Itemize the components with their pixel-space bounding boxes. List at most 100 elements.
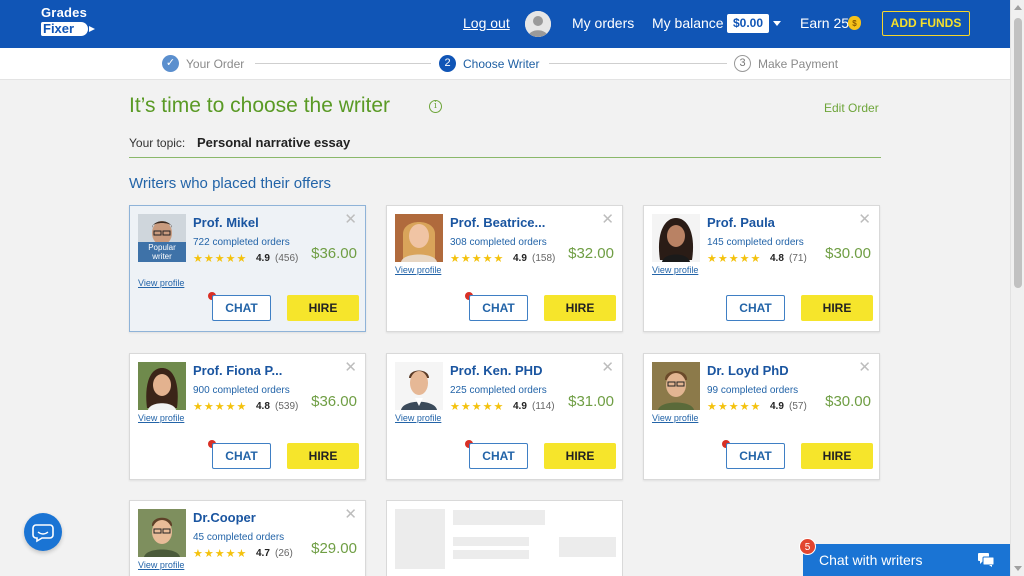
chat-with-writers-bar[interactable]: 5 Chat with writers bbox=[799, 538, 1010, 576]
view-profile-link[interactable]: View profile bbox=[652, 265, 698, 275]
writer-photo[interactable] bbox=[652, 214, 700, 262]
offer-price: $30.00 bbox=[825, 393, 871, 410]
view-profile-link[interactable]: View profile bbox=[138, 560, 184, 570]
chat-button[interactable]: CHAT bbox=[212, 295, 271, 321]
star-rating-icon: ★★★★★ bbox=[193, 253, 248, 265]
close-icon[interactable]: ✕ bbox=[601, 210, 614, 228]
divider bbox=[129, 157, 881, 158]
rating-value: 4.9 bbox=[770, 401, 784, 412]
writer-portrait-image bbox=[652, 214, 700, 262]
balance-value[interactable]: $0.00 bbox=[727, 14, 769, 33]
view-profile-link[interactable]: View profile bbox=[138, 278, 184, 288]
view-profile-link[interactable]: View profile bbox=[395, 413, 441, 423]
step-connector bbox=[549, 63, 727, 64]
logo-text-top: Grades bbox=[41, 5, 88, 20]
completed-orders: 225 completed orders bbox=[450, 385, 547, 396]
check-icon: ✓ bbox=[162, 55, 179, 72]
writer-portrait-image bbox=[395, 362, 443, 410]
step-label: Your Order bbox=[186, 56, 245, 71]
earn-link[interactable]: Earn 25 bbox=[800, 15, 849, 31]
offer-price: $36.00 bbox=[311, 245, 357, 262]
my-balance-label[interactable]: My balance bbox=[652, 15, 724, 31]
chat-button[interactable]: CHAT bbox=[212, 443, 271, 469]
writer-photo[interactable]: Popular writer bbox=[138, 214, 186, 262]
close-icon[interactable]: ✕ bbox=[858, 358, 871, 376]
popular-writer-badge: Popular writer bbox=[138, 242, 186, 262]
writer-name[interactable]: Prof. Fiona P... bbox=[193, 363, 282, 378]
order-progress-steps: ✓ Your Order 2 Choose Writer 3 Make Paym… bbox=[0, 48, 1010, 80]
offer-price: $36.00 bbox=[311, 393, 357, 410]
writer-name[interactable]: Prof. Paula bbox=[707, 215, 775, 230]
user-avatar[interactable] bbox=[525, 11, 551, 37]
writer-card: Dr. Loyd PhD 99 completed orders ★★★★★ 4… bbox=[643, 353, 880, 480]
writer-photo[interactable] bbox=[395, 214, 443, 262]
writer-name[interactable]: Prof. Beatrice... bbox=[450, 215, 545, 230]
info-icon[interactable]: i bbox=[429, 100, 442, 113]
writer-name[interactable]: Prof. Ken. PHD bbox=[450, 363, 542, 378]
top-header: Grades Fixer Log out My orders My balanc… bbox=[0, 0, 1010, 48]
writer-name[interactable]: Dr.Cooper bbox=[193, 510, 256, 525]
writer-portrait-image bbox=[652, 362, 700, 410]
close-icon[interactable]: ✕ bbox=[858, 210, 871, 228]
completed-orders: 308 completed orders bbox=[450, 237, 547, 248]
writer-portrait-image bbox=[138, 362, 186, 410]
logout-link[interactable]: Log out bbox=[463, 15, 510, 31]
scroll-thumb[interactable] bbox=[1014, 18, 1022, 288]
close-icon[interactable]: ✕ bbox=[344, 358, 357, 376]
offer-price: $31.00 bbox=[568, 393, 614, 410]
chat-button[interactable]: CHAT bbox=[726, 295, 785, 321]
chat-button[interactable]: CHAT bbox=[469, 443, 528, 469]
writer-photo[interactable] bbox=[138, 509, 186, 557]
step-your-order[interactable]: ✓ Your Order bbox=[162, 55, 244, 72]
view-profile-link[interactable]: View profile bbox=[395, 265, 441, 275]
page-title: It’s time to choose the writer bbox=[129, 94, 391, 117]
close-icon[interactable]: ✕ bbox=[344, 210, 357, 228]
support-chat-button[interactable] bbox=[24, 513, 62, 551]
rating-value: 4.9 bbox=[513, 253, 527, 264]
close-icon[interactable]: ✕ bbox=[344, 505, 357, 523]
hire-button[interactable]: HIRE bbox=[287, 443, 359, 469]
page-scrollbar[interactable] bbox=[1010, 0, 1024, 576]
view-profile-link[interactable]: View profile bbox=[652, 413, 698, 423]
hire-button[interactable]: HIRE bbox=[544, 295, 616, 321]
writer-photo[interactable] bbox=[652, 362, 700, 410]
writer-portrait-image bbox=[395, 214, 443, 262]
chat-button[interactable]: CHAT bbox=[469, 295, 528, 321]
completed-orders: 722 completed orders bbox=[193, 237, 290, 248]
writer-name[interactable]: Prof. Mikel bbox=[193, 215, 259, 230]
edit-order-link[interactable]: Edit Order bbox=[824, 101, 879, 115]
hire-button[interactable]: HIRE bbox=[287, 295, 359, 321]
scroll-up-arrow-icon[interactable] bbox=[1014, 5, 1022, 10]
my-orders-link[interactable]: My orders bbox=[572, 15, 634, 31]
scroll-down-arrow-icon[interactable] bbox=[1014, 566, 1022, 571]
star-rating-icon: ★★★★★ bbox=[193, 548, 248, 560]
review-count: (71) bbox=[789, 253, 807, 264]
chat-button[interactable]: CHAT bbox=[726, 443, 785, 469]
review-count: (539) bbox=[275, 401, 299, 412]
gradesfixer-logo[interactable]: Grades Fixer bbox=[41, 6, 111, 40]
star-rating-icon: ★★★★★ bbox=[707, 253, 762, 265]
step-label: Make Payment bbox=[758, 56, 839, 71]
review-count: (26) bbox=[275, 548, 293, 559]
close-icon[interactable]: ✕ bbox=[601, 358, 614, 376]
offer-price: $30.00 bbox=[825, 245, 871, 262]
hire-button[interactable]: HIRE bbox=[544, 443, 616, 469]
balance-chevron-down-icon[interactable] bbox=[773, 21, 781, 26]
skeleton-block bbox=[453, 510, 545, 525]
completed-orders: 99 completed orders bbox=[707, 385, 799, 396]
writer-photo[interactable] bbox=[395, 362, 443, 410]
writer-card: Prof. Ken. PHD 225 completed orders ★★★★… bbox=[386, 353, 623, 480]
rating-value: 4.9 bbox=[513, 401, 527, 412]
offer-price: $29.00 bbox=[311, 540, 357, 557]
skeleton-block bbox=[453, 550, 529, 559]
rating-value: 4.8 bbox=[770, 253, 784, 264]
hire-button[interactable]: HIRE bbox=[801, 295, 873, 321]
view-profile-link[interactable]: View profile bbox=[138, 413, 184, 423]
writer-card: Prof. Fiona P... 900 completed orders ★★… bbox=[129, 353, 366, 480]
writer-photo[interactable] bbox=[138, 362, 186, 410]
add-funds-button[interactable]: ADD FUNDS bbox=[882, 11, 970, 36]
skeleton-block bbox=[395, 509, 445, 569]
hire-button[interactable]: HIRE bbox=[801, 443, 873, 469]
completed-orders: 900 completed orders bbox=[193, 385, 290, 396]
writer-name[interactable]: Dr. Loyd PhD bbox=[707, 363, 789, 378]
